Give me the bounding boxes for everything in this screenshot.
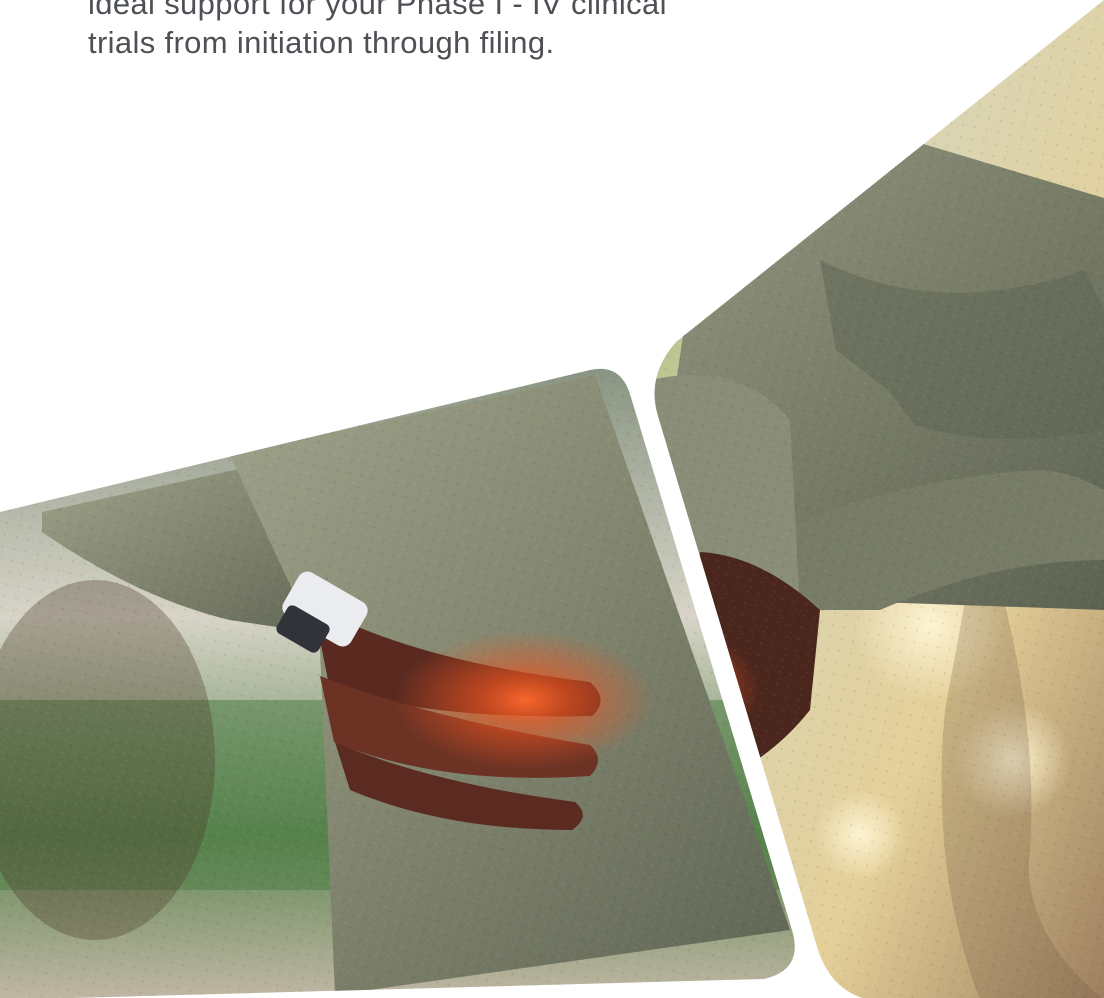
intro-copy: ideal support for your Phase I - IV clin… [88, 0, 808, 62]
intro-copy-line-2: trials from initiation through filing. [88, 25, 555, 60]
intro-copy-line-1: ideal support for your Phase I - IV clin… [88, 0, 667, 21]
hero-photo-collage [0, 0, 1104, 998]
collage-svg [0, 0, 1104, 998]
